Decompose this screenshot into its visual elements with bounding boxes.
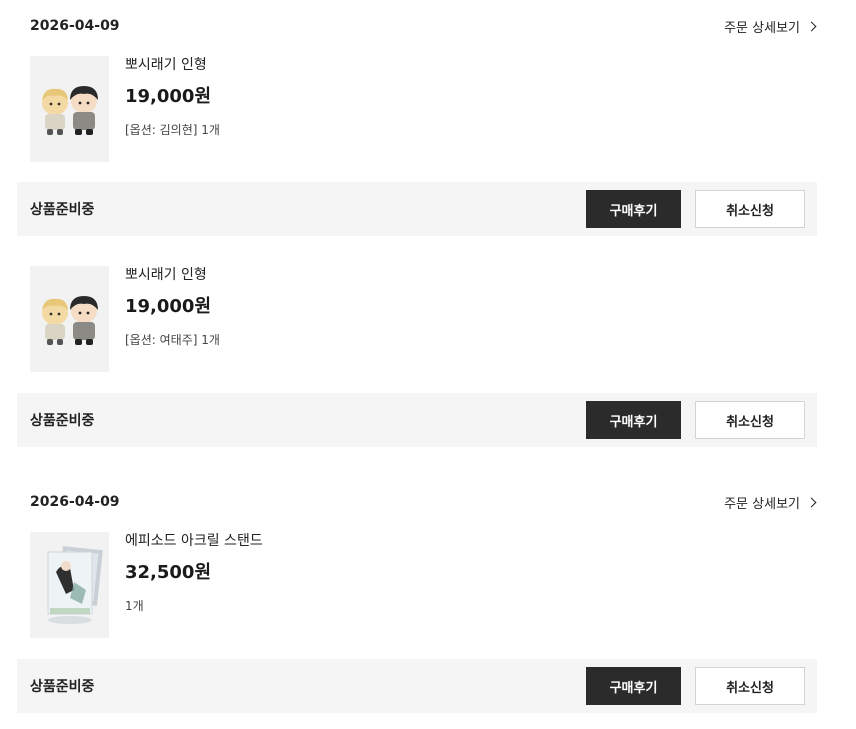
order-item: 뽀시래기 인형 19,000원 [옵션: 여태주] 1개 bbox=[30, 266, 790, 372]
item-name[interactable]: 뽀시래기 인형 bbox=[125, 56, 220, 74]
plush-doll-image bbox=[30, 56, 109, 162]
order-detail-label: 주문 상세보기 bbox=[724, 20, 800, 36]
status-text: 상품준비중 bbox=[30, 679, 95, 695]
order-item: 뽀시래기 인형 19,000원 [옵션: 김의현] 1개 bbox=[30, 56, 790, 162]
order-header: 2026-04-09 주문 상세보기 bbox=[17, 490, 817, 514]
status-text: 상품준비중 bbox=[30, 202, 95, 218]
item-price: 32,500원 bbox=[125, 562, 212, 583]
item-info: 에피소드 아크릴 스탠드 32,500원 1개 bbox=[125, 532, 263, 614]
review-button[interactable]: 구매후기 bbox=[586, 667, 681, 705]
product-thumbnail[interactable] bbox=[30, 56, 109, 162]
item-status-bar: 상품준비중 구매후기 취소신청 bbox=[17, 182, 817, 236]
order-detail-label: 주문 상세보기 bbox=[724, 496, 800, 512]
item-option: [옵션: 김의현] 1개 bbox=[125, 123, 220, 137]
chevron-right-icon bbox=[806, 21, 817, 31]
item-price: 19,000원 bbox=[125, 296, 212, 317]
plush-doll-image bbox=[30, 266, 109, 372]
item-info: 뽀시래기 인형 19,000원 [옵션: 김의현] 1개 bbox=[125, 56, 220, 138]
product-thumbnail[interactable] bbox=[30, 266, 109, 372]
item-status-bar: 상품준비중 구매후기 취소신청 bbox=[17, 393, 817, 447]
order-header: 2026-04-09 주문 상세보기 bbox=[17, 14, 817, 38]
review-button[interactable]: 구매후기 bbox=[586, 190, 681, 228]
order-date: 2026-04-09 bbox=[30, 18, 120, 34]
item-name[interactable]: 뽀시래기 인형 bbox=[125, 266, 220, 284]
cancel-request-button[interactable]: 취소신청 bbox=[695, 401, 805, 439]
order-detail-link[interactable]: 주문 상세보기 bbox=[724, 493, 817, 512]
item-info: 뽀시래기 인형 19,000원 [옵션: 여태주] 1개 bbox=[125, 266, 220, 348]
order-date: 2026-04-09 bbox=[30, 494, 120, 510]
order-detail-link[interactable]: 주문 상세보기 bbox=[724, 17, 817, 36]
cancel-request-button[interactable]: 취소신청 bbox=[695, 190, 805, 228]
item-option: 1개 bbox=[125, 599, 144, 613]
order-history-page: 2026-04-09 주문 상세보기 뽀시래기 인형 19,000원 [옵션: … bbox=[0, 0, 856, 729]
chevron-right-icon bbox=[806, 497, 817, 507]
product-thumbnail[interactable] bbox=[30, 532, 109, 638]
review-button[interactable]: 구매후기 bbox=[586, 401, 681, 439]
order-item: 에피소드 아크릴 스탠드 32,500원 1개 bbox=[30, 532, 790, 638]
status-text: 상품준비중 bbox=[30, 413, 95, 429]
item-status-bar: 상품준비중 구매후기 취소신청 bbox=[17, 659, 817, 713]
item-price: 19,000원 bbox=[125, 86, 212, 107]
item-option: [옵션: 여태주] 1개 bbox=[125, 333, 220, 347]
item-name[interactable]: 에피소드 아크릴 스탠드 bbox=[125, 532, 263, 550]
acrylic-stand-image bbox=[30, 532, 109, 638]
cancel-request-button[interactable]: 취소신청 bbox=[695, 667, 805, 705]
